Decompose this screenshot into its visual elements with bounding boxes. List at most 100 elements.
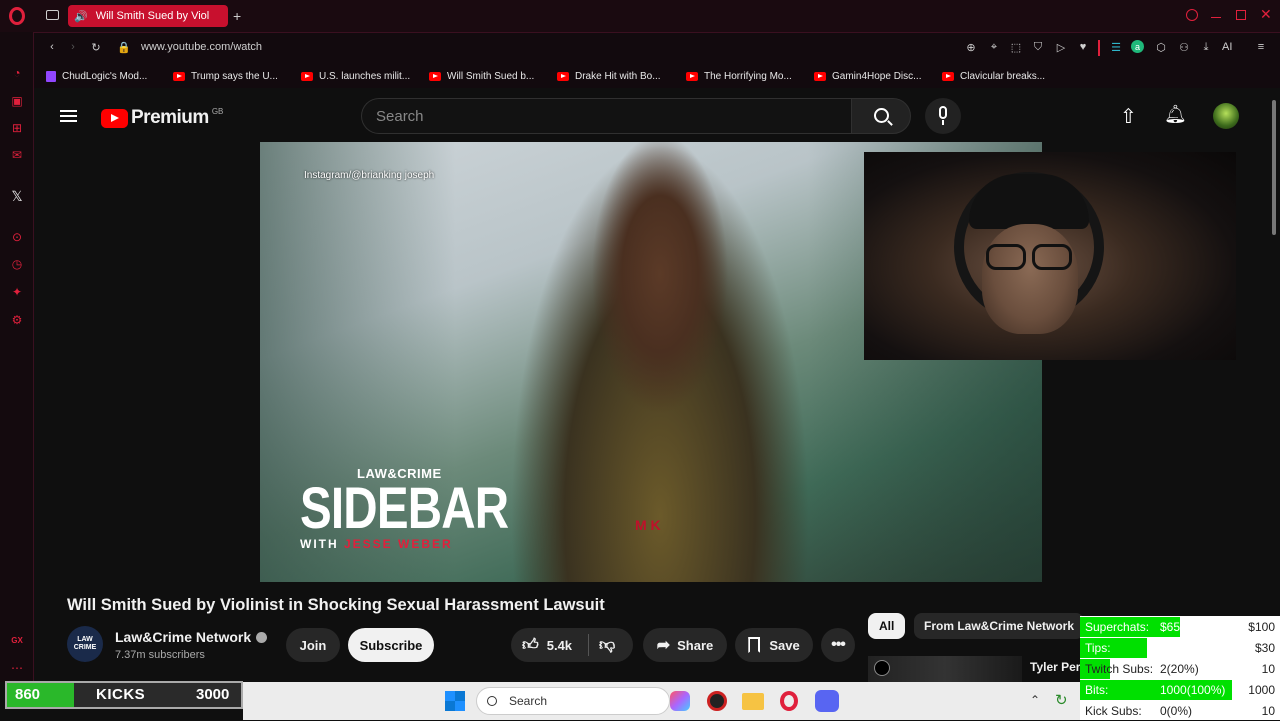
youtube-logo[interactable]: Premium GB	[101, 107, 223, 129]
extensions-side-icon[interactable]: ✦	[9, 284, 25, 300]
more-actions-button[interactable]: •••	[821, 628, 855, 662]
youtube-play-icon	[101, 108, 128, 128]
download-icon[interactable]: ⤓	[1199, 40, 1213, 54]
kicks-label: KICKS	[96, 686, 146, 703]
goal-target: 1000	[1248, 683, 1275, 697]
pin-icon[interactable]: ⌖	[987, 40, 1001, 54]
reload-icon[interactable]: ↻	[89, 40, 103, 54]
audio-playing-icon[interactable]: 🔊	[74, 10, 88, 23]
channel-name[interactable]: Law&Crime Network	[115, 629, 268, 645]
channel-avatar[interactable]: LAW CRIME	[67, 626, 103, 662]
hamburger-menu-icon[interactable]	[60, 110, 77, 112]
save-button[interactable]: Save	[735, 628, 813, 662]
youtube-icon	[557, 71, 569, 81]
page-scrollbar[interactable]	[1272, 100, 1276, 235]
speed-dial-icon[interactable]: ◔	[9, 65, 25, 81]
minimize-icon[interactable]	[1211, 17, 1221, 18]
x-twitter-icon[interactable]: 𝕏	[9, 188, 25, 204]
mail-icon[interactable]: ✉	[9, 147, 25, 163]
gx-icon[interactable]: GX	[9, 632, 25, 648]
video-frame-person	[510, 142, 810, 582]
sync-icon[interactable]: ↻	[1055, 691, 1068, 709]
tab-active[interactable]: 🔊 Will Smith Sued by Viol	[68, 5, 228, 27]
player-icon[interactable]: ⊙	[9, 229, 25, 245]
bookmark-item[interactable]: ChudLogic's Mod...	[46, 68, 147, 84]
like-button[interactable]: 👍︎ 5.4k	[511, 634, 589, 656]
bookmark-item[interactable]: Trump says the U...	[173, 68, 278, 84]
goal-value: $13.32(44%)	[1160, 641, 1229, 655]
dislike-button[interactable]: 👎︎	[599, 636, 615, 655]
new-tab-icon[interactable]: +	[233, 8, 241, 24]
bookmark-label: Gamin4Hope Disc...	[832, 70, 922, 82]
recommendation-thumbnail[interactable]	[868, 656, 1022, 682]
extension-a-icon[interactable]: a	[1131, 40, 1144, 53]
goal-label: Bits:	[1085, 683, 1109, 697]
share-button[interactable]: ➦ Share	[643, 628, 727, 662]
tray-chevron-icon[interactable]: ⌃	[1030, 693, 1040, 707]
ai-button[interactable]: AI	[1222, 41, 1232, 53]
search-input[interactable]: Search	[361, 98, 851, 134]
chip-all[interactable]: All	[868, 613, 906, 639]
gamepad-icon[interactable]: ⊞	[9, 120, 25, 136]
history-icon[interactable]: ◷	[9, 256, 25, 272]
extensions-icon[interactable]: ⬡	[1154, 40, 1168, 54]
notifications-bell-icon[interactable]: 🔔︎	[1164, 104, 1187, 125]
forward-icon[interactable]: ›	[66, 40, 80, 54]
join-button[interactable]: Join	[286, 628, 340, 662]
search-button[interactable]	[851, 98, 911, 134]
webcam-glasses-right	[1032, 244, 1072, 270]
maximize-icon[interactable]	[1236, 10, 1246, 20]
goal-value: 2(20%)	[1160, 662, 1199, 676]
logo-text: Premium	[131, 107, 209, 128]
shield-icon[interactable]: ⛉	[1031, 40, 1045, 54]
zoom-icon[interactable]: ⊕	[964, 40, 978, 54]
bookmark-label: The Horrifying Mo...	[704, 70, 792, 82]
snapshot-icon[interactable]: ⬚	[1009, 40, 1023, 54]
taskbar-search[interactable]: Search	[476, 687, 670, 715]
opera-logo-icon[interactable]	[9, 7, 25, 25]
bookmark-item[interactable]: Will Smith Sued b...	[429, 68, 534, 84]
bookmark-item[interactable]: U.S. launches milit...	[301, 68, 410, 84]
play-icon[interactable]: ▷	[1054, 40, 1068, 54]
goal-row: Kick Subs: 0(0%) 10	[1080, 701, 1280, 721]
upload-icon[interactable]: ⇧	[1120, 104, 1137, 129]
file-explorer-icon[interactable]	[742, 693, 764, 710]
opera-taskbar-icon[interactable]	[780, 691, 798, 711]
translate-extension-icon[interactable]: ☰	[1109, 40, 1123, 54]
url-field[interactable]: www.youtube.com/watch	[141, 41, 262, 53]
copilot-icon[interactable]	[670, 691, 690, 711]
kicks-goal: 3000	[196, 686, 230, 703]
search-tabs-icon[interactable]	[1186, 9, 1198, 21]
settings-icon[interactable]: ⚙	[9, 312, 25, 328]
goal-row: Superchats: $65.63(66%) $100	[1080, 617, 1280, 637]
browser-sidebar: ◔ ▣ ⊞ ✉ 𝕏 ⊙ ◷ ✦ ⚙ GX ⋯	[0, 32, 34, 682]
goal-row: Tips: $13.32(44%) $30	[1080, 638, 1280, 658]
subscribe-button[interactable]: Subscribe	[348, 628, 434, 662]
like-count: 5.4k	[546, 637, 573, 653]
app-icon[interactable]	[707, 691, 727, 711]
recommendation-title[interactable]: Tyler Per	[1030, 660, 1080, 674]
menu-icon[interactable]: ≡	[1254, 40, 1268, 54]
windows-start-icon[interactable]	[445, 691, 465, 711]
briefcase-icon[interactable]: ▣	[9, 93, 25, 109]
profile-icon[interactable]: ⚇	[1177, 40, 1191, 54]
chip-from-channel[interactable]: From Law&Crime Network	[914, 613, 1085, 639]
heart-icon[interactable]: ♥	[1076, 40, 1090, 54]
bookmark-item[interactable]: Clavicular breaks...	[942, 68, 1045, 84]
more-icon[interactable]: ⋯	[9, 660, 25, 676]
goal-value: 1000(100%)	[1160, 683, 1226, 697]
taskbar-search-icon	[487, 696, 497, 706]
youtube-icon	[429, 71, 441, 81]
bookmark-item[interactable]: Drake Hit with Bo...	[557, 68, 661, 84]
brand-title: SIDEBAR	[300, 476, 509, 541]
discord-icon[interactable]	[815, 690, 839, 712]
close-window-icon[interactable]: ✕	[1260, 6, 1272, 23]
bookmark-item[interactable]: The Horrifying Mo...	[686, 68, 792, 84]
voice-search-button[interactable]	[925, 98, 961, 134]
subscriber-count: 7.37m subscribers	[115, 649, 205, 661]
bookmark-label: ChudLogic's Mod...	[62, 70, 148, 82]
avatar[interactable]	[1213, 103, 1239, 129]
back-icon[interactable]: ‹	[45, 40, 59, 54]
tab-menu-icon[interactable]	[46, 10, 59, 20]
bookmark-item[interactable]: Gamin4Hope Disc...	[814, 68, 921, 84]
